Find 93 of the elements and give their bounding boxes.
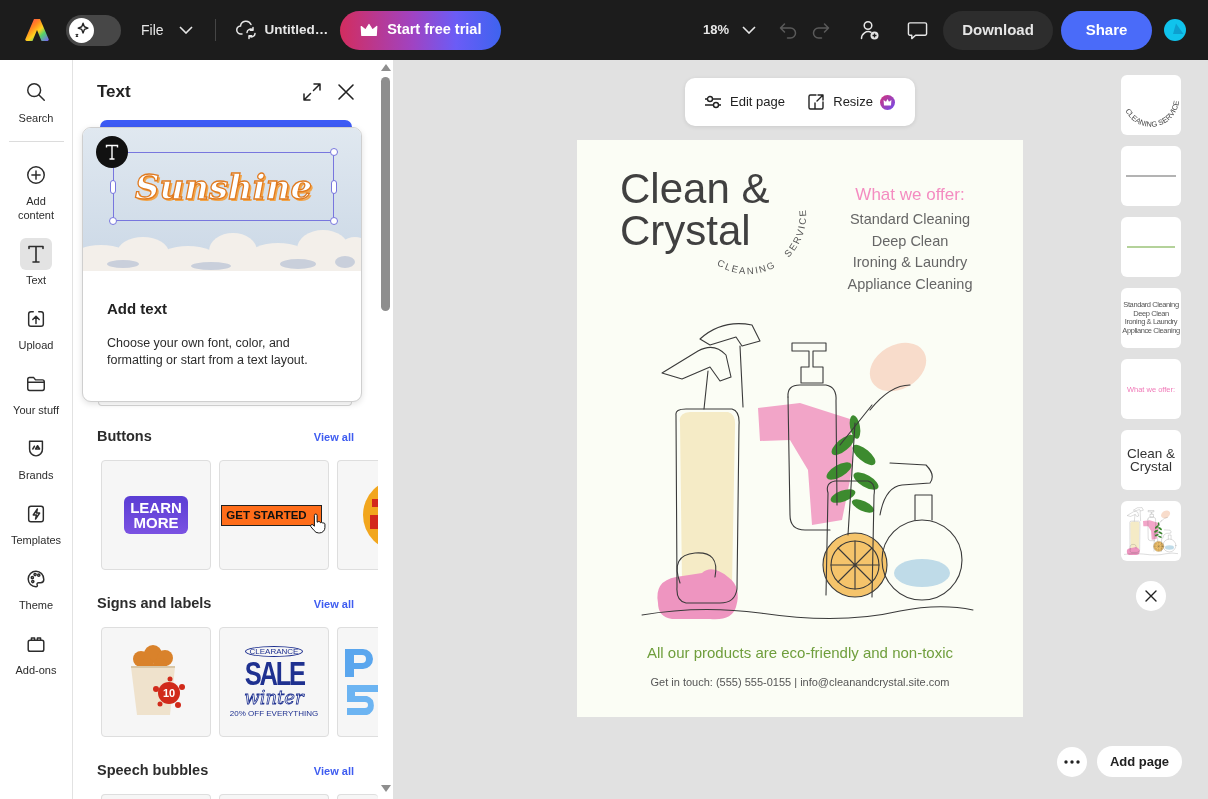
sidebar-item[interactable]: Theme: [4, 563, 68, 612]
scroll-up-icon[interactable]: [380, 64, 391, 71]
close-icon[interactable]: [1136, 581, 1166, 611]
resize-button[interactable]: Resize: [807, 92, 873, 112]
avatar-icon[interactable]: [1164, 19, 1186, 41]
view-all-link[interactable]: View all: [313, 428, 354, 446]
file-menu-button[interactable]: File: [141, 19, 193, 41]
sparkle-icon: [69, 17, 94, 43]
splash-number: 10: [162, 687, 176, 699]
sale-caption: 20% OFF EVERYTHING: [229, 708, 319, 719]
chevron-down-icon: [742, 26, 756, 34]
scroll-down-icon[interactable]: [380, 785, 391, 792]
expand-icon[interactable]: [302, 82, 322, 102]
bucket-drawing: [130, 645, 185, 715]
hand-cursor-icon: [308, 512, 327, 534]
get-started-sticker: GET STARTED: [221, 504, 322, 526]
resize-handle[interactable]: [330, 217, 338, 225]
sidebar-item[interactable]: Your stuff: [4, 368, 68, 417]
document-heading: Clean & Crystal: [620, 168, 771, 252]
eco-note: All our products are eco-friendly and non-toxic: [646, 643, 954, 662]
script-text: winter: [244, 687, 304, 708]
logo-icon[interactable]: [25, 18, 49, 42]
palette-icon: [25, 568, 47, 590]
close-icon[interactable]: [337, 83, 355, 101]
add-person-icon[interactable]: [860, 20, 879, 40]
sticker-tile[interactable]: GET STARTED: [219, 460, 329, 570]
sticker-tile[interactable]: [219, 794, 329, 799]
layer-thumbnail[interactable]: [1121, 217, 1181, 277]
learn-more-sticker: LEARN MORE: [124, 496, 188, 534]
text-icon: [20, 238, 52, 270]
more-icon[interactable]: [1057, 746, 1087, 777]
service-item: Standard Cleaning: [848, 210, 972, 229]
sliders-icon: [704, 95, 722, 109]
sticker-tile[interactable]: [337, 627, 378, 737]
layer-thumbnail[interactable]: [1121, 501, 1181, 561]
layer-thumbnail[interactable]: Clean & Crystal: [1121, 430, 1181, 490]
sidebar-item[interactable]: Brands: [4, 433, 68, 482]
section-title: Signs and labels: [97, 594, 212, 614]
crown-badge-icon[interactable]: [880, 94, 895, 110]
resize-handle[interactable]: [110, 180, 116, 194]
add-page-button[interactable]: Add page: [1097, 746, 1182, 777]
resize-handle[interactable]: [109, 217, 117, 225]
resize-handle[interactable]: [330, 148, 338, 156]
section-title: Buttons: [97, 427, 152, 447]
sidebar-item[interactable]: Templates: [4, 498, 68, 547]
service-item: Deep Clean: [870, 231, 950, 251]
sign-drawing: [345, 649, 378, 715]
sticker-tile[interactable]: [337, 460, 378, 570]
service-item: Appliance Cleaning: [846, 275, 974, 295]
search-icon: [25, 81, 47, 103]
sticker-tile[interactable]: 10: [101, 627, 211, 737]
sidebar-item[interactable]: Add-ons: [4, 628, 68, 677]
thumbnail-text: Clean & Crystal: [1126, 447, 1176, 473]
view-all-link[interactable]: View all: [313, 595, 354, 613]
start-trial-button[interactable]: Start free trial: [340, 10, 502, 50]
text-icon: [96, 136, 128, 168]
cloud-sync-icon[interactable]: [235, 20, 258, 40]
edit-page-button[interactable]: Edit page: [704, 92, 785, 112]
sidebar-item[interactable]: Upload: [4, 303, 68, 352]
resize-handle[interactable]: [331, 180, 337, 194]
sticker-tile[interactable]: CLEARANCE SALE winter 20% OFF EVERYTHING: [219, 627, 329, 737]
popover-title: Add text: [107, 300, 168, 318]
chevron-down-icon: [178, 26, 193, 34]
share-button[interactable]: Share: [1061, 10, 1152, 50]
sale-text: SALE: [244, 657, 304, 689]
document-name[interactable]: Untitled…: [264, 19, 329, 41]
service-item: Ironing & Laundry: [851, 253, 969, 273]
ai-toggle[interactable]: [66, 14, 121, 46]
cleaning-products-drawing: [1124, 506, 1178, 556]
crown-icon: [360, 23, 379, 37]
preview-text: Sunshine: [134, 166, 313, 207]
plus-circle-icon: [25, 164, 47, 186]
curved-tagline: CLEANING: [715, 256, 778, 277]
contact-line: Get in touch: (555) 555-0155 | info@cleanandcrystal.site.com: [649, 674, 951, 690]
sticker-tile[interactable]: [337, 794, 378, 799]
sidebar-item[interactable]: Search: [4, 76, 68, 125]
layer-thumbnail[interactable]: [1121, 146, 1181, 206]
popover-description: Choose your own font, color, and formatting or start from a text layout.: [107, 335, 309, 369]
resize-icon: [807, 93, 826, 111]
download-button[interactable]: Download: [943, 10, 1053, 50]
sidebar-item[interactable]: Add content: [4, 159, 68, 222]
section-title: Speech bubbles: [97, 761, 209, 781]
zoom-menu-button[interactable]: 18%: [702, 20, 756, 40]
view-all-link[interactable]: View all: [313, 762, 354, 780]
comment-icon[interactable]: [907, 20, 928, 40]
scrollbar-thumb[interactable]: [381, 77, 390, 311]
sidebar-item[interactable]: Text: [4, 238, 68, 287]
panel-title: Text: [97, 81, 131, 104]
sticker-tile[interactable]: LEARN MORE: [101, 460, 211, 570]
offer-heading: What we offer:: [854, 184, 966, 206]
sticker-tile[interactable]: [101, 794, 211, 799]
bolt-icon: [25, 503, 47, 525]
upload-icon: [25, 308, 47, 330]
